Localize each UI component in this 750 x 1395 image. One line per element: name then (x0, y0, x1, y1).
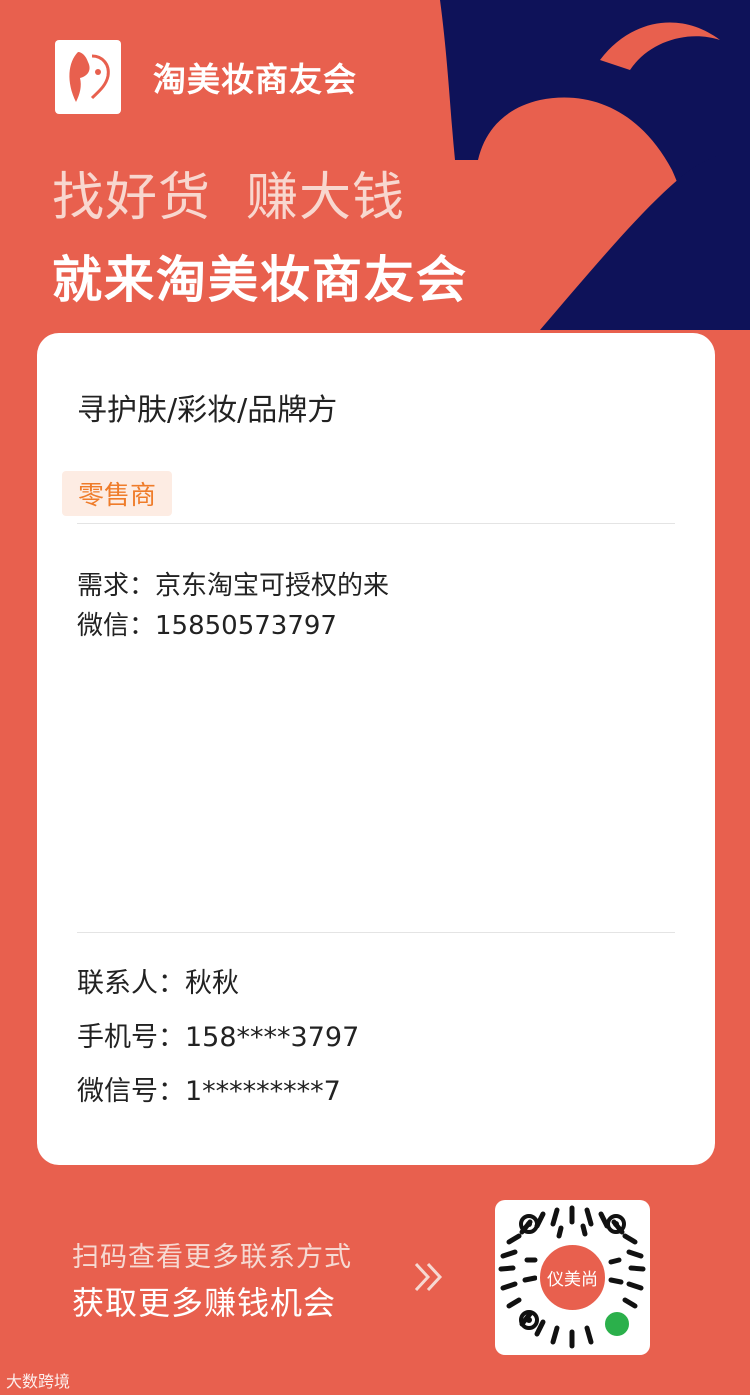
role-badge: 零售商 (62, 471, 173, 516)
watermark: 大数跨境 (6, 1372, 71, 1391)
wechat-mini-program-icon (603, 1310, 631, 1338)
brand-header: 淘美妆商友会 (55, 40, 357, 114)
contact-wechat-id: 微信号：1*********7 (77, 1076, 341, 1107)
headline-cta: 就来淘美妆商友会 (52, 251, 468, 309)
headline-slogan: 找好货 赚大钱 (52, 168, 406, 228)
footer-scan-text: 扫码查看更多联系方式 (72, 1242, 352, 1273)
qr-center-label: 仪美尚 (537, 1242, 608, 1313)
footer-opportunity-text: 获取更多赚钱机会 (72, 1284, 337, 1322)
listing-card: 寻护肤/彩妆/品牌方 零售商 需求：京东淘宝可授权的来 微信：158505737… (37, 333, 715, 1165)
double-chevron-right-icon (414, 1262, 443, 1292)
listing-title: 寻护肤/彩妆/品牌方 (77, 393, 338, 428)
contact-person: 联系人：秋秋 (77, 968, 239, 999)
demand-text: 需求：京东淘宝可授权的来 (77, 571, 390, 601)
divider (77, 523, 675, 524)
divider (77, 932, 675, 933)
contact-phone: 手机号：158****3797 (77, 1022, 360, 1053)
brand-logo (55, 40, 121, 114)
brand-name: 淘美妆商友会 (153, 60, 357, 99)
mini-program-qr-code[interactable]: 仪美尚 (495, 1200, 650, 1355)
wechat-text: 微信：15850573797 (77, 611, 337, 641)
